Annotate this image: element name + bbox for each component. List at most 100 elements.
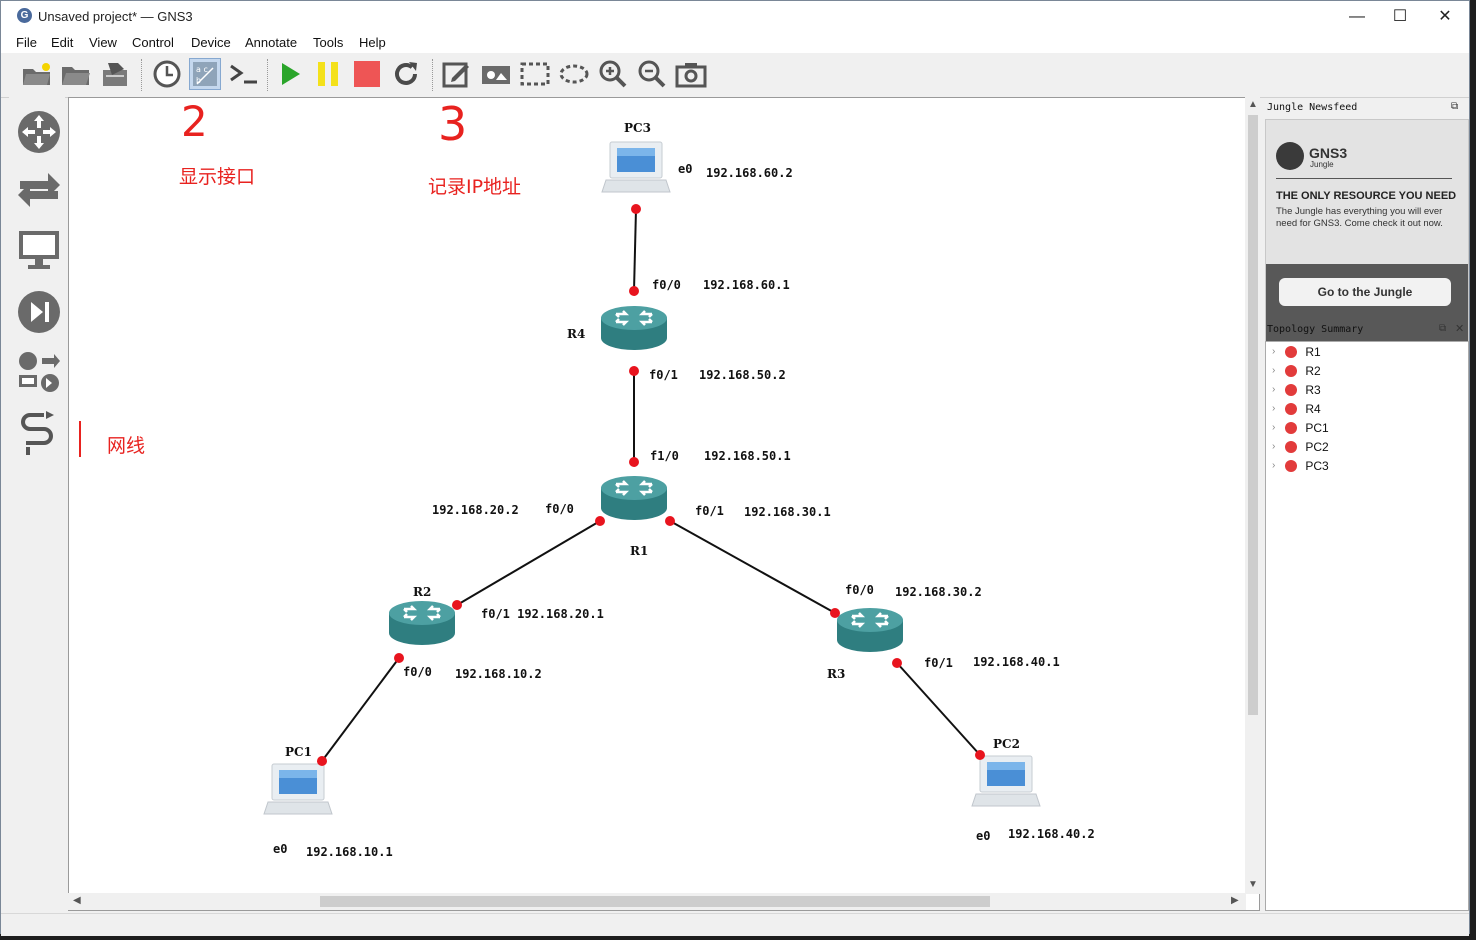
scroll-up-arrow-icon[interactable]: ▲ bbox=[1248, 99, 1258, 110]
new-project-icon[interactable] bbox=[21, 58, 53, 90]
node-r1[interactable] bbox=[599, 474, 669, 522]
scroll-right-arrow-icon[interactable]: ▶ bbox=[1231, 895, 1239, 906]
expand-chevron-icon[interactable]: › bbox=[1272, 441, 1275, 452]
ip-label[interactable]: 192.168.20.2 bbox=[432, 503, 519, 517]
expand-chevron-icon[interactable]: › bbox=[1272, 346, 1275, 357]
link-r2-pc1[interactable] bbox=[321, 657, 400, 762]
close-button[interactable]: ✕ bbox=[1422, 1, 1468, 32]
zoom-in-icon[interactable] bbox=[597, 58, 629, 90]
interface-label[interactable]: e0 bbox=[976, 829, 990, 843]
expand-chevron-icon[interactable]: › bbox=[1272, 422, 1275, 433]
zoom-out-icon[interactable] bbox=[636, 58, 668, 90]
scroll-left-arrow-icon[interactable]: ◀ bbox=[73, 895, 81, 906]
node-label-pc3[interactable]: PC3 bbox=[624, 121, 651, 135]
topology-item-pc2[interactable]: › PC2 bbox=[1272, 437, 1329, 456]
expand-chevron-icon[interactable]: › bbox=[1272, 403, 1275, 414]
ip-label[interactable]: 192.168.60.1 bbox=[703, 278, 790, 292]
menu-control[interactable]: Control bbox=[132, 35, 174, 50]
suspend-all-icon[interactable] bbox=[312, 58, 344, 90]
menu-annotate[interactable]: Annotate bbox=[245, 35, 297, 50]
node-r4[interactable] bbox=[599, 304, 669, 352]
security-devices-category-icon[interactable] bbox=[13, 289, 65, 335]
node-label-r3[interactable]: R3 bbox=[827, 667, 845, 681]
menu-tools[interactable]: Tools bbox=[313, 35, 343, 50]
save-project-icon[interactable] bbox=[99, 58, 131, 90]
interface-label[interactable]: e0 bbox=[678, 162, 692, 176]
vertical-scroll-thumb[interactable] bbox=[1248, 115, 1258, 715]
interface-label[interactable]: f0/1 bbox=[924, 656, 953, 670]
topology-item-r2[interactable]: › R2 bbox=[1272, 361, 1321, 380]
canvas-horizontal-scrollbar[interactable]: ◀ ▶ bbox=[68, 893, 1246, 910]
node-label-r2[interactable]: R2 bbox=[413, 585, 431, 599]
node-label-r1[interactable]: R1 bbox=[630, 544, 648, 558]
maximize-button[interactable]: ☐ bbox=[1377, 1, 1423, 32]
draw-rectangle-icon[interactable] bbox=[519, 58, 551, 90]
ip-label[interactable]: 192.168.40.2 bbox=[1008, 827, 1095, 841]
menu-help[interactable]: Help bbox=[359, 35, 386, 50]
node-pc1[interactable] bbox=[263, 763, 333, 815]
show-interface-labels-icon[interactable]: a cb bbox=[189, 58, 221, 90]
float-panel-icon[interactable]: ⧉ bbox=[1451, 101, 1458, 112]
ip-label[interactable]: 192.168.50.1 bbox=[704, 449, 791, 463]
link-r1-r2[interactable] bbox=[456, 520, 601, 606]
end-devices-category-icon[interactable] bbox=[13, 227, 65, 273]
node-pc3[interactable] bbox=[601, 141, 671, 193]
menu-edit[interactable]: Edit bbox=[51, 35, 73, 50]
stop-all-icon[interactable] bbox=[351, 58, 383, 90]
switches-category-icon[interactable] bbox=[13, 169, 65, 209]
interface-ip-label[interactable]: f0/1 192.168.20.1 bbox=[481, 607, 604, 621]
add-link-icon[interactable] bbox=[13, 409, 65, 457]
topology-item-r1[interactable]: › R1 bbox=[1272, 342, 1321, 361]
topology-item-pc3[interactable]: › PC3 bbox=[1272, 456, 1329, 475]
topology-item-pc1[interactable]: › PC1 bbox=[1272, 418, 1329, 437]
expand-chevron-icon[interactable]: › bbox=[1272, 365, 1275, 376]
link-r1-r3[interactable] bbox=[669, 520, 836, 614]
topology-canvas[interactable]: PC3 R4 R1 R2 R3 PC1 PC2 e0 192.168.60.2 … bbox=[68, 97, 1260, 911]
scroll-down-arrow-icon[interactable]: ▼ bbox=[1248, 879, 1258, 890]
interface-label[interactable]: f1/0 bbox=[650, 449, 679, 463]
ip-label[interactable]: 192.168.30.2 bbox=[895, 585, 982, 599]
interface-label[interactable]: f0/1 bbox=[695, 504, 724, 518]
screenshot-icon[interactable] bbox=[675, 58, 707, 90]
routers-category-icon[interactable] bbox=[13, 109, 65, 155]
node-label-r4[interactable]: R4 bbox=[567, 327, 585, 341]
draw-ellipse-icon[interactable] bbox=[558, 58, 590, 90]
interface-label[interactable]: e0 bbox=[273, 842, 287, 856]
node-r2[interactable] bbox=[387, 599, 457, 647]
expand-chevron-icon[interactable]: › bbox=[1272, 460, 1275, 471]
node-label-pc1[interactable]: PC1 bbox=[285, 745, 312, 759]
add-note-icon[interactable] bbox=[441, 58, 473, 90]
topology-item-r4[interactable]: › R4 bbox=[1272, 399, 1321, 418]
interface-label[interactable]: f0/0 bbox=[403, 665, 432, 679]
float-panel-icon[interactable]: ⧉ bbox=[1439, 323, 1446, 334]
canvas-vertical-scrollbar[interactable]: ▲ ▼ bbox=[1245, 97, 1260, 894]
ip-label[interactable]: 192.168.60.2 bbox=[706, 166, 793, 180]
interface-label[interactable]: f0/0 bbox=[845, 583, 874, 597]
horizontal-scroll-thumb[interactable] bbox=[320, 896, 990, 907]
menu-file[interactable]: File bbox=[16, 35, 37, 50]
ip-label[interactable]: 192.168.40.1 bbox=[973, 655, 1060, 669]
ip-label[interactable]: 192.168.10.2 bbox=[455, 667, 542, 681]
go-to-jungle-button[interactable]: Go to the Jungle bbox=[1279, 278, 1451, 306]
node-r3[interactable] bbox=[835, 606, 905, 654]
link-pc3-r4[interactable] bbox=[633, 208, 637, 292]
minimize-button[interactable]: — bbox=[1334, 1, 1380, 32]
interface-label[interactable]: f0/0 bbox=[652, 278, 681, 292]
start-all-icon[interactable] bbox=[274, 58, 306, 90]
expand-chevron-icon[interactable]: › bbox=[1272, 384, 1275, 395]
console-all-icon[interactable] bbox=[228, 58, 260, 90]
all-devices-category-icon[interactable] bbox=[13, 349, 65, 395]
menu-device[interactable]: Device bbox=[191, 35, 231, 50]
ip-label[interactable]: 192.168.50.2 bbox=[699, 368, 786, 382]
insert-image-icon[interactable] bbox=[480, 58, 512, 90]
open-project-icon[interactable] bbox=[60, 58, 92, 90]
ip-label[interactable]: 192.168.30.1 bbox=[744, 505, 831, 519]
reload-all-icon[interactable] bbox=[390, 58, 422, 90]
ip-label[interactable]: 192.168.10.1 bbox=[306, 845, 393, 859]
snapshot-clock-icon[interactable] bbox=[151, 58, 183, 90]
topology-item-r3[interactable]: › R3 bbox=[1272, 380, 1321, 399]
node-label-pc2[interactable]: PC2 bbox=[993, 737, 1020, 751]
interface-label[interactable]: f0/0 bbox=[545, 502, 574, 516]
node-pc2[interactable] bbox=[971, 755, 1041, 807]
interface-label[interactable]: f0/1 bbox=[649, 368, 678, 382]
